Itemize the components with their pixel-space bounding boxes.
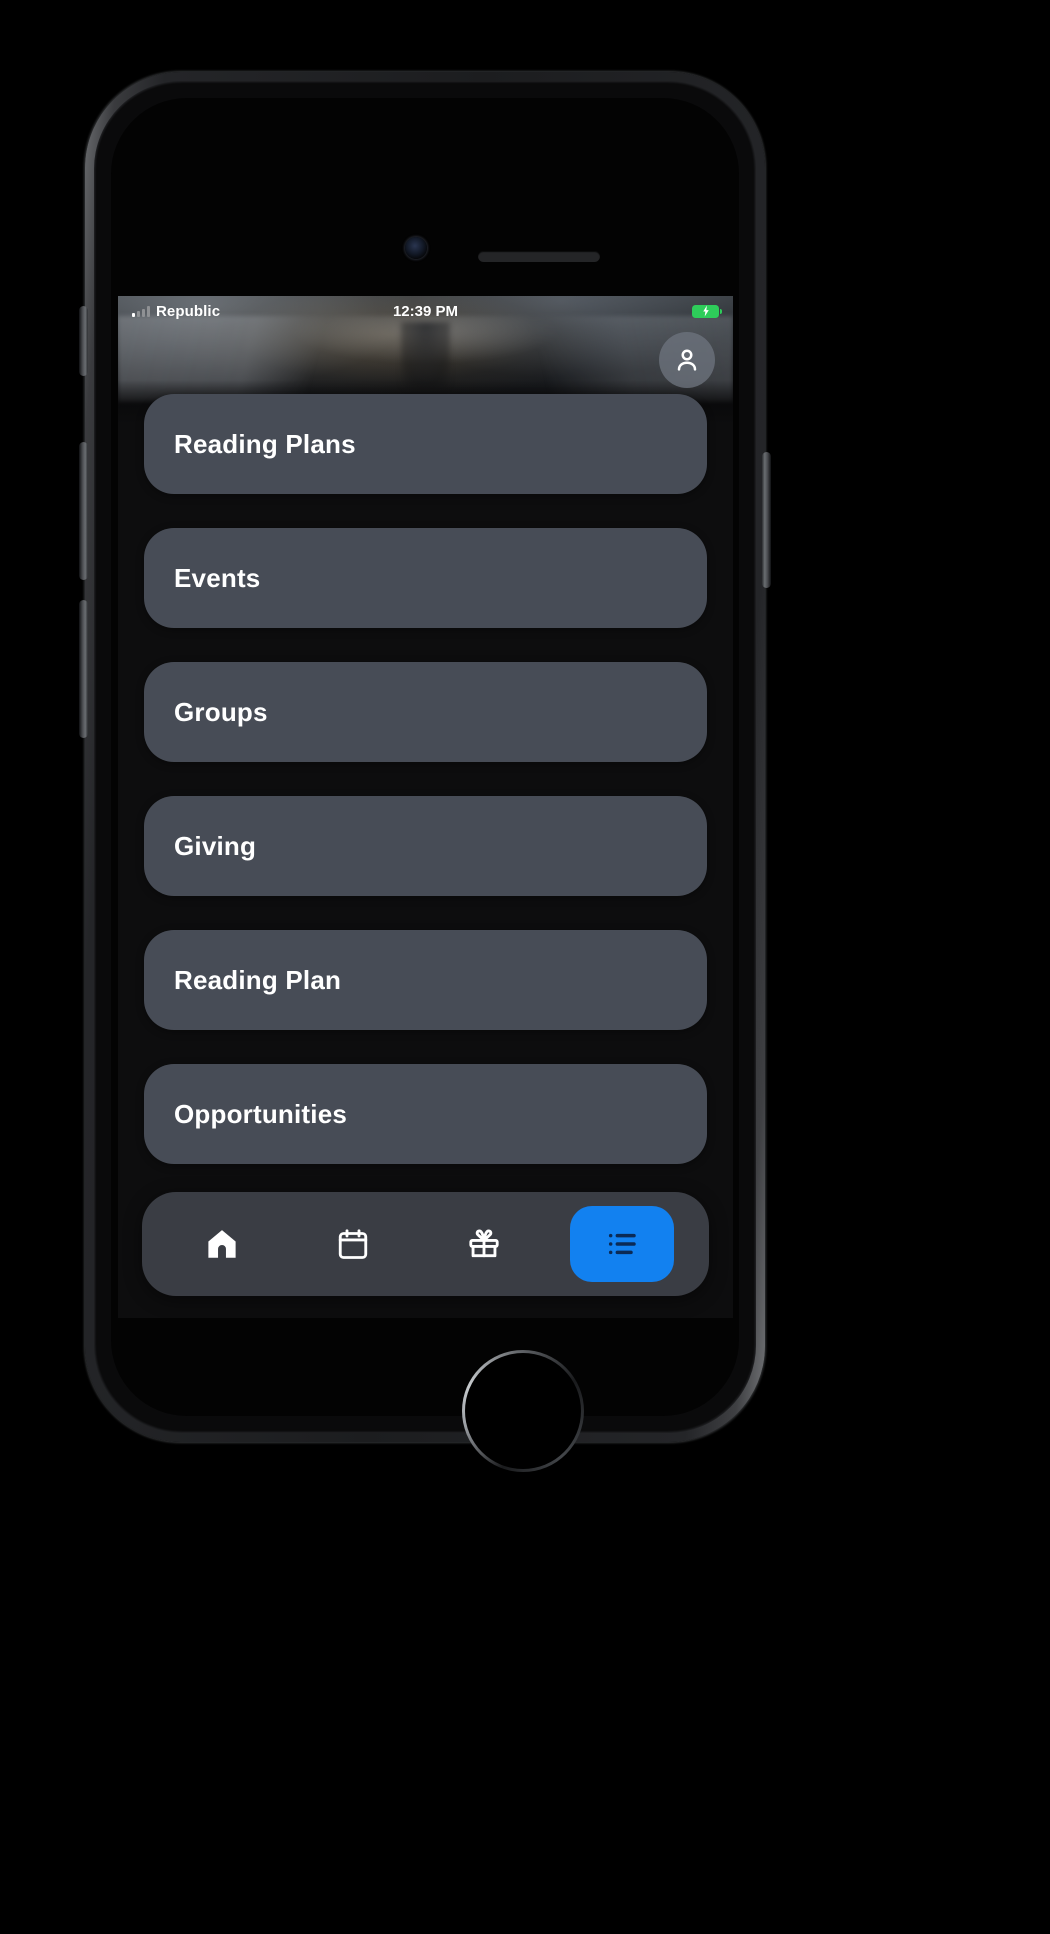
person-icon [677, 349, 697, 371]
carrier-label: Republic [156, 302, 221, 320]
menu-item-label: Events [174, 562, 261, 593]
status-bar: Republic 12:39 PM [118, 296, 733, 326]
power-button[interactable] [762, 452, 771, 588]
list-icon [609, 1233, 637, 1255]
signal-bars-icon [132, 305, 150, 317]
home-icon [208, 1230, 236, 1258]
charging-bolt-icon [702, 305, 709, 317]
tab-giving[interactable] [439, 1208, 529, 1280]
menu-item-label: Reading Plan [174, 964, 342, 995]
home-button[interactable] [462, 1350, 584, 1472]
status-bar-right [692, 304, 722, 318]
tab-more[interactable] [570, 1206, 675, 1282]
profile-avatar-button[interactable] [659, 332, 715, 388]
status-bar-left: Republic [132, 303, 220, 320]
menu-list: Reading Plans Events Groups Giving Readi… [118, 296, 733, 1318]
menu-item-opportunities[interactable]: Opportunities [144, 1064, 707, 1164]
tab-home[interactable] [177, 1208, 267, 1280]
battery-charging-icon [692, 304, 722, 318]
menu-item-label: Opportunities [174, 1098, 348, 1129]
volume-up-button[interactable] [79, 442, 88, 580]
volume-down-button[interactable] [79, 600, 88, 738]
menu-item-label: Groups [174, 696, 268, 727]
menu-item-events[interactable]: Events [144, 528, 707, 628]
gift-icon [469, 1229, 499, 1258]
tab-events[interactable] [308, 1208, 398, 1280]
mute-switch[interactable] [79, 306, 88, 376]
menu-item-reading-plans[interactable]: Reading Plans [144, 394, 707, 494]
phone-screen: Republic 12:39 PM Reading Plans Events G… [118, 296, 733, 1318]
menu-item-reading-plan[interactable]: Reading Plan [144, 930, 707, 1030]
menu-item-label: Reading Plans [174, 428, 356, 459]
menu-item-label: Giving [174, 830, 257, 861]
bottom-tab-bar [142, 1192, 709, 1296]
menu-item-giving[interactable]: Giving [144, 796, 707, 896]
menu-item-groups[interactable]: Groups [144, 662, 707, 762]
calendar-icon [338, 1229, 368, 1259]
